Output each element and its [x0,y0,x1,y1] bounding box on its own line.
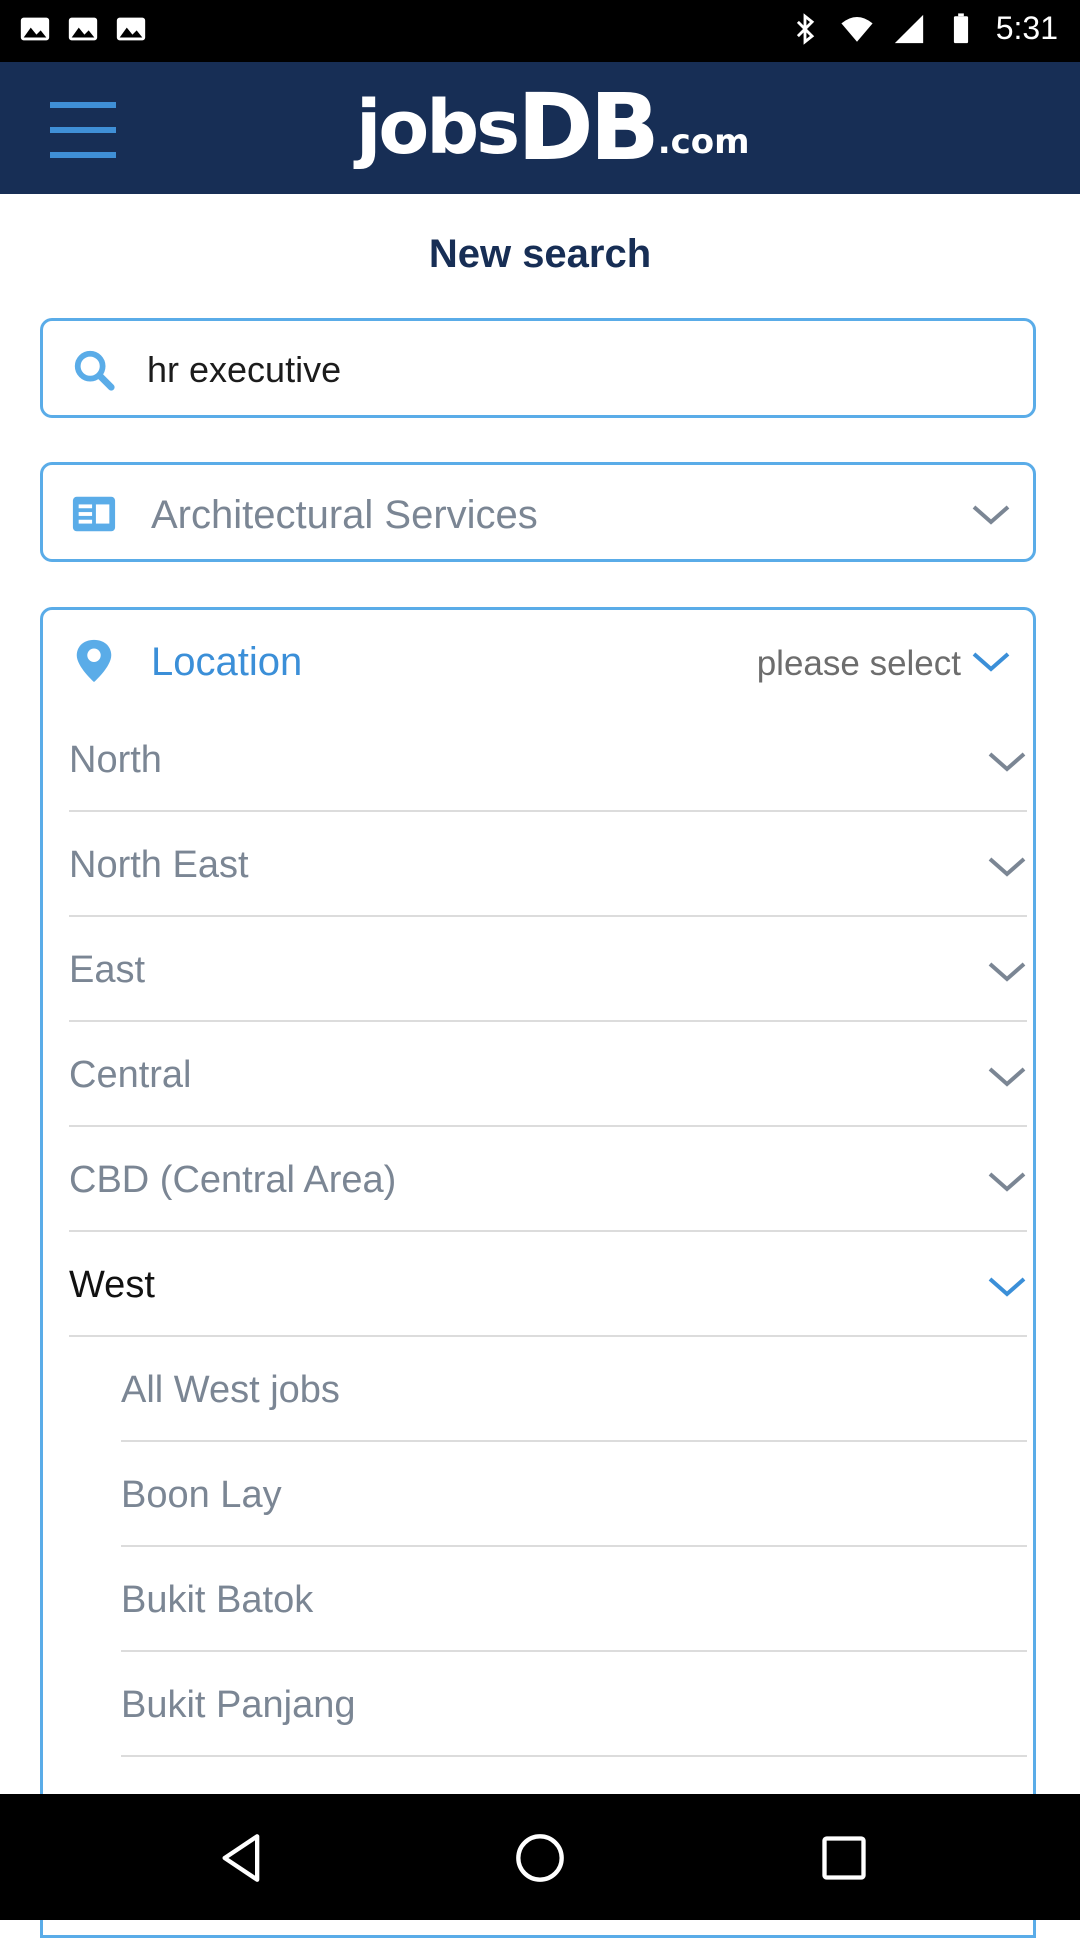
home-icon[interactable] [514,1832,566,1884]
region-item-west[interactable]: West [69,1233,1027,1337]
image-notification-icon [20,17,50,41]
signal-icon [894,14,923,43]
bluetooth-icon [796,12,814,45]
area-item-bukit-panjang[interactable]: Bukit Panjang [121,1653,1027,1757]
location-value: please select [756,644,961,683]
chevron-down-icon [972,652,1010,672]
region-item-central[interactable]: Central [69,1023,1027,1127]
area-item-all-west[interactable]: All West jobs [121,1338,1027,1442]
category-dropdown[interactable]: Architectural Services [40,462,1036,562]
chevron-down-icon [988,1277,1026,1297]
chevron-down-icon [988,857,1026,877]
chevron-down-icon [972,505,1010,525]
chevron-down-icon [988,1172,1026,1192]
image-notification-icon [68,17,98,41]
back-icon[interactable] [216,1832,268,1884]
jobsdb-logo: jobs DB .com [356,74,750,181]
location-pin-icon [76,639,112,683]
status-bar: 5:31 [0,0,1080,62]
keyword-search-box[interactable] [40,318,1036,418]
wifi-icon [841,16,873,42]
location-label: Location [151,640,303,684]
clock: 5:31 [995,10,1058,46]
location-list: North North East East Central CBD (Centr… [40,708,1036,1938]
region-item-cbd[interactable]: CBD (Central Area) [69,1128,1027,1232]
search-icon [74,350,115,391]
battery-icon [953,12,968,43]
keyword-input[interactable] [145,335,1009,405]
system-nav-bar [0,1794,1080,1920]
menu-button[interactable] [50,102,116,158]
app-header: jobs DB .com [0,62,1080,194]
category-selected: Architectural Services [151,493,538,537]
chevron-down-icon [988,752,1026,772]
category-card-icon [72,496,116,532]
chevron-down-icon [988,1067,1026,1087]
area-item-bukit-batok[interactable]: Bukit Batok [121,1548,1027,1652]
region-item-east[interactable]: East [69,918,1027,1022]
region-item-north-east[interactable]: North East [69,813,1027,917]
region-item-north[interactable]: North [69,708,1027,812]
chevron-down-icon [988,962,1026,982]
recents-icon[interactable] [818,1832,870,1884]
page-title: New search [428,232,652,276]
area-item-boon-lay[interactable]: Boon Lay [121,1443,1027,1547]
location-dropdown[interactable]: Location please select [40,607,1036,711]
image-notification-icon [116,17,146,41]
